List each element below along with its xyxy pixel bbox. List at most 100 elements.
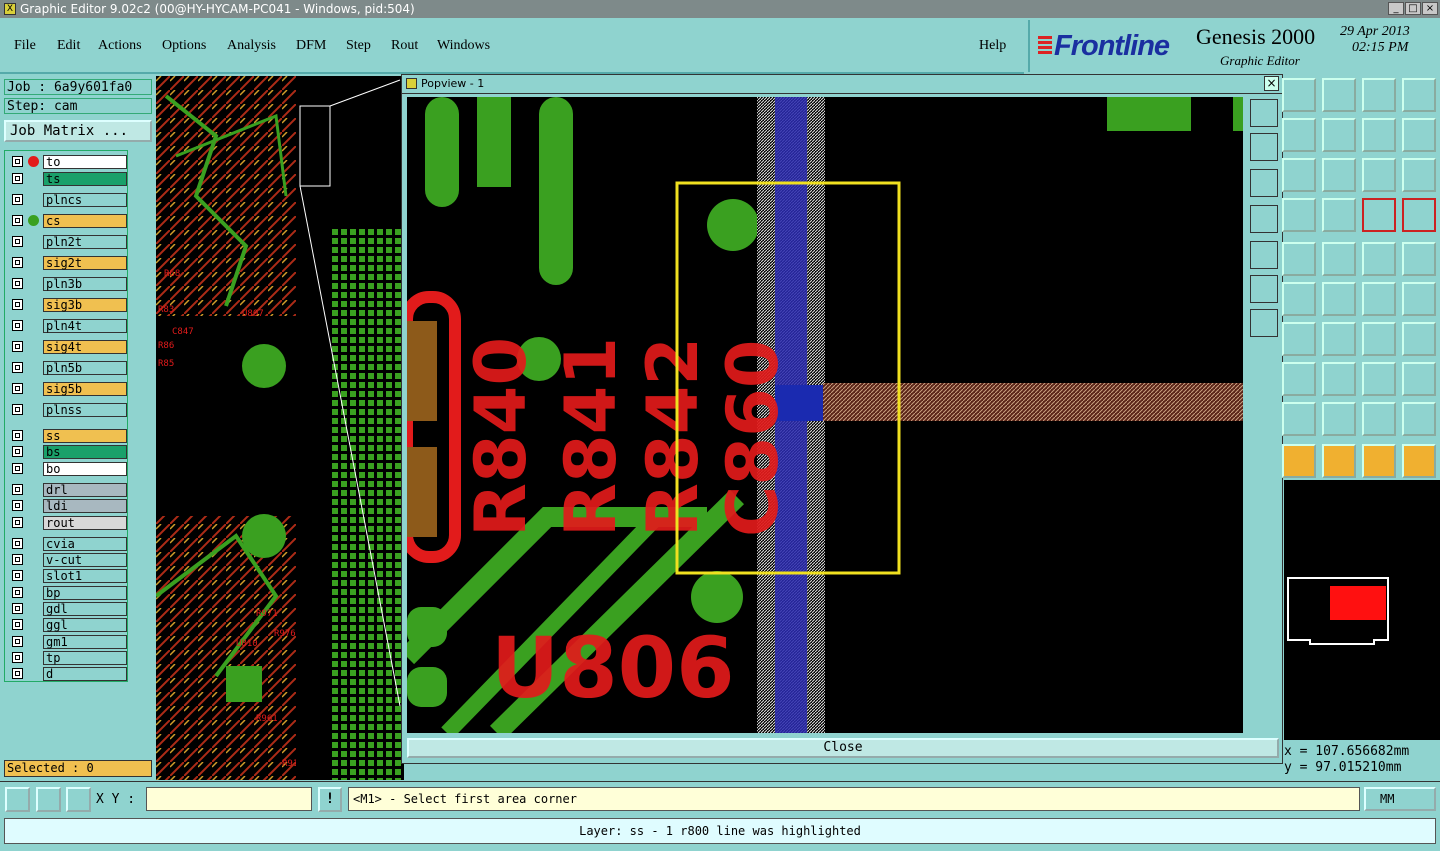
layer-checkbox[interactable]: [12, 430, 23, 441]
board-overview[interactable]: [1284, 480, 1440, 745]
fit-icon[interactable]: [1282, 158, 1316, 192]
ruler-icon[interactable]: [1362, 242, 1396, 276]
menu-dfm[interactable]: DFM: [296, 38, 326, 54]
layer-row-rout[interactable]: rout: [8, 515, 127, 530]
cross-icon[interactable]: [1322, 282, 1356, 316]
select-line-icon[interactable]: [1322, 242, 1356, 276]
popview-pan-right-button[interactable]: [1250, 241, 1278, 269]
layer-checkbox[interactable]: [12, 156, 23, 167]
graphic-canvas-middle[interactable]: [296, 76, 404, 786]
xy-input[interactable]: [146, 787, 312, 811]
grid-mode-icon[interactable]: [66, 787, 91, 812]
layer-row-pln5b[interactable]: pln5b: [8, 361, 127, 375]
triangle-outline-icon[interactable]: [1322, 402, 1356, 436]
layer-checkbox[interactable]: [12, 516, 23, 528]
window-split-icon[interactable]: [1402, 78, 1436, 112]
zoom-home-icon[interactable]: [1282, 78, 1316, 112]
layer-checkbox[interactable]: [12, 500, 23, 512]
units-select[interactable]: MM: [1364, 787, 1436, 811]
layer-checkbox[interactable]: [12, 462, 23, 474]
layer-checkbox[interactable]: [12, 215, 23, 226]
layer-checkbox[interactable]: [12, 236, 23, 247]
layer-checkbox[interactable]: [12, 446, 23, 458]
tools-icon[interactable]: [1282, 198, 1316, 232]
grid-icon[interactable]: [1322, 198, 1356, 232]
layer-row-bp[interactable]: bp: [8, 585, 127, 600]
layer-row-cvia[interactable]: cvia: [8, 536, 127, 551]
arc-icon[interactable]: [1362, 322, 1396, 356]
house-icon[interactable]: [1362, 78, 1396, 112]
layer-row-v-cut[interactable]: v-cut: [8, 553, 127, 568]
layer-row-to[interactable]: to: [8, 155, 127, 169]
layer-row-cs[interactable]: cs: [8, 214, 127, 228]
snap-icon[interactable]: [1362, 198, 1396, 232]
menu-windows[interactable]: Windows: [437, 38, 490, 54]
layer-checkbox[interactable]: [12, 173, 23, 184]
layer-row-gm1[interactable]: gm1: [8, 634, 127, 649]
angle-icon[interactable]: [1282, 322, 1316, 356]
popview-center-button[interactable]: [1250, 309, 1278, 337]
layer-checkbox[interactable]: [12, 619, 23, 631]
s-curve-icon[interactable]: [1402, 118, 1436, 152]
layer-row-drl[interactable]: drl: [8, 482, 127, 497]
popview-pan-left-button[interactable]: [1250, 205, 1278, 233]
menu-file[interactable]: File: [14, 38, 36, 54]
layer-row-d[interactable]: d: [8, 667, 127, 682]
menu-rout[interactable]: Rout: [391, 38, 418, 54]
popview-zoom-in-button[interactable]: [1250, 99, 1278, 127]
diagonal-icon[interactable]: [1322, 322, 1356, 356]
layer-row-gdl[interactable]: gdl: [8, 602, 127, 616]
layer-checkbox[interactable]: [12, 299, 23, 310]
cluster-icon[interactable]: [1402, 362, 1436, 396]
layer-checkbox[interactable]: [12, 194, 23, 205]
route-icon[interactable]: [1402, 444, 1436, 478]
angle-mode-icon[interactable]: [36, 787, 61, 812]
layer-row-pln3b[interactable]: pln3b: [8, 277, 127, 291]
popview-canvas[interactable]: R840 R841 R842 C860 U806: [407, 97, 1243, 733]
snap-center-icon[interactable]: [1402, 198, 1436, 232]
layer-checkbox[interactable]: [12, 668, 23, 680]
layer-row-tp[interactable]: tp: [8, 650, 127, 665]
warning-button[interactable]: !: [318, 787, 342, 812]
menu-actions[interactable]: Actions: [98, 38, 142, 54]
swap-icon[interactable]: [1362, 118, 1396, 152]
minimize-button[interactable]: _: [1388, 2, 1404, 15]
layer-checkbox[interactable]: [12, 257, 23, 268]
layer-checkbox[interactable]: [12, 483, 23, 495]
layer-checkbox[interactable]: [12, 635, 23, 647]
layer-checkbox[interactable]: [12, 278, 23, 289]
line-add-icon[interactable]: [1322, 362, 1356, 396]
arch-icon[interactable]: [1362, 402, 1396, 436]
ratio-icon[interactable]: [1362, 158, 1396, 192]
popview-pan-down-button[interactable]: [1250, 169, 1278, 197]
layer-row-pln4t[interactable]: pln4t: [8, 319, 127, 333]
layer-checkbox[interactable]: [12, 651, 23, 663]
layer-row-ts[interactable]: ts: [8, 172, 127, 186]
center-icon[interactable]: [1322, 158, 1356, 192]
layer-checkbox[interactable]: [12, 586, 23, 598]
layer-checkbox[interactable]: [12, 362, 23, 373]
popview-fit-button[interactable]: [1250, 275, 1278, 303]
point-icon[interactable]: [1402, 282, 1436, 316]
maximize-button[interactable]: □: [1405, 2, 1421, 15]
zoom-out-icon[interactable]: [1322, 78, 1356, 112]
layer-row-plnss[interactable]: plnss: [8, 403, 127, 417]
layer-checkbox[interactable]: [12, 603, 23, 614]
layer-row-bo[interactable]: bo: [8, 461, 127, 476]
measure-icon[interactable]: [1402, 242, 1436, 276]
menu-step[interactable]: Step: [346, 38, 371, 54]
layer-row-bs[interactable]: bs: [8, 445, 127, 460]
dimension-icon[interactable]: [1362, 362, 1396, 396]
window-close-button[interactable]: ×: [1422, 2, 1438, 15]
layer-checkbox[interactable]: [12, 341, 23, 352]
layer-checkbox[interactable]: [12, 404, 23, 415]
menu-edit[interactable]: Edit: [57, 38, 80, 54]
pointer-icon[interactable]: [1282, 444, 1316, 478]
mirror-icon[interactable]: [1402, 322, 1436, 356]
connect-icon[interactable]: [1362, 282, 1396, 316]
layer-row-sig4t[interactable]: sig4t: [8, 340, 127, 354]
menu-options[interactable]: Options: [162, 38, 206, 54]
popview-home-button[interactable]: [1250, 133, 1278, 161]
layer-row-pln2t[interactable]: pln2t: [8, 235, 127, 249]
triangle-icon[interactable]: [1282, 402, 1316, 436]
